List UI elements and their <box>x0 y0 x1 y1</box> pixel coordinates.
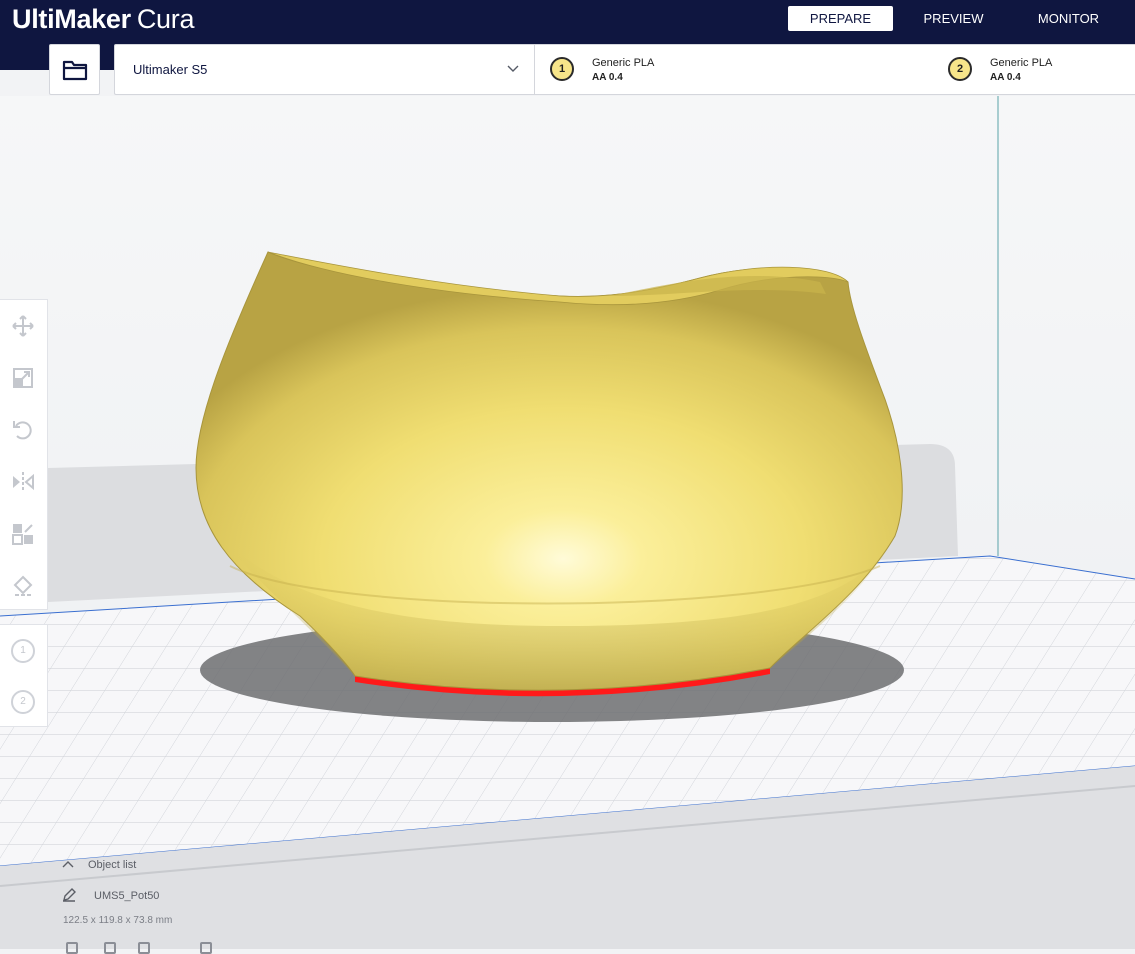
printer-selector[interactable]: Ultimaker S5 <box>115 45 535 94</box>
rotate-icon <box>13 421 32 440</box>
per-model-settings-icon <box>12 524 33 545</box>
3d-viewport[interactable] <box>0 96 1135 949</box>
app-logo: UltiMaker Cura <box>12 2 194 36</box>
object-list-label: Object list <box>88 859 137 871</box>
logo-brand: UltiMaker <box>12 4 131 34</box>
extruder-2-tool-button[interactable]: 2 <box>11 690 35 714</box>
scale-tool-button[interactable] <box>8 363 38 393</box>
view-3d-icon[interactable] <box>66 942 78 954</box>
extruder-1-nozzle: AA 0.4 <box>592 72 623 83</box>
extruder-1-material: Generic PLA <box>592 57 655 69</box>
tab-prepare[interactable]: PREPARE <box>788 6 893 31</box>
chevron-down-icon <box>507 65 519 72</box>
tab-preview[interactable]: PREVIEW <box>901 6 1006 31</box>
scene-canvas <box>0 96 1135 949</box>
move-tool-button[interactable] <box>8 311 38 341</box>
move-icon <box>12 315 34 337</box>
object-name: UMS5_Pot50 <box>94 890 160 903</box>
tab-monitor[interactable]: MONITOR <box>1016 6 1121 31</box>
object-list-toggle[interactable]: Object list <box>62 859 136 875</box>
view-top-icon[interactable] <box>138 942 150 954</box>
printer-name: Ultimaker S5 <box>133 62 208 77</box>
folder-icon <box>62 60 87 80</box>
open-file-button[interactable] <box>49 44 100 95</box>
support-blocker-icon <box>13 575 33 596</box>
object-name-row[interactable]: UMS5_Pot50 <box>62 888 159 905</box>
scale-icon <box>13 368 33 388</box>
pencil-icon <box>62 888 82 905</box>
rotate-tool-button[interactable] <box>8 415 38 445</box>
view-side-icon[interactable] <box>200 942 212 954</box>
extruder-2-nozzle: AA 0.4 <box>990 72 1021 83</box>
extruder-tool-panel: 1 2 <box>0 624 48 727</box>
chevron-up-icon <box>62 859 78 871</box>
mirror-tool-button[interactable] <box>8 467 38 497</box>
view-front-icon[interactable] <box>104 942 116 954</box>
support-blocker-button[interactable] <box>8 571 38 601</box>
extruder-1-config[interactable]: 1 Generic PLA AA 0.4 <box>550 45 850 94</box>
extruder-2-badge: 2 <box>948 57 972 81</box>
extruder-2-config[interactable]: 2 Generic PLA AA 0.4 <box>948 45 1135 94</box>
extruder-1-tool-button[interactable]: 1 <box>11 639 35 663</box>
logo-product: Cura <box>136 4 195 34</box>
tool-panel <box>0 299 48 610</box>
per-model-settings-button[interactable] <box>8 519 38 549</box>
object-dimensions: 122.5 x 119.8 x 73.8 mm <box>63 915 173 926</box>
mirror-icon <box>13 472 34 492</box>
extruder-2-material: Generic PLA <box>990 57 1053 69</box>
printer-config-bar: Ultimaker S5 1 Generic PLA AA 0.4 2 Gene… <box>114 44 1135 95</box>
extruder-1-badge: 1 <box>550 57 574 81</box>
